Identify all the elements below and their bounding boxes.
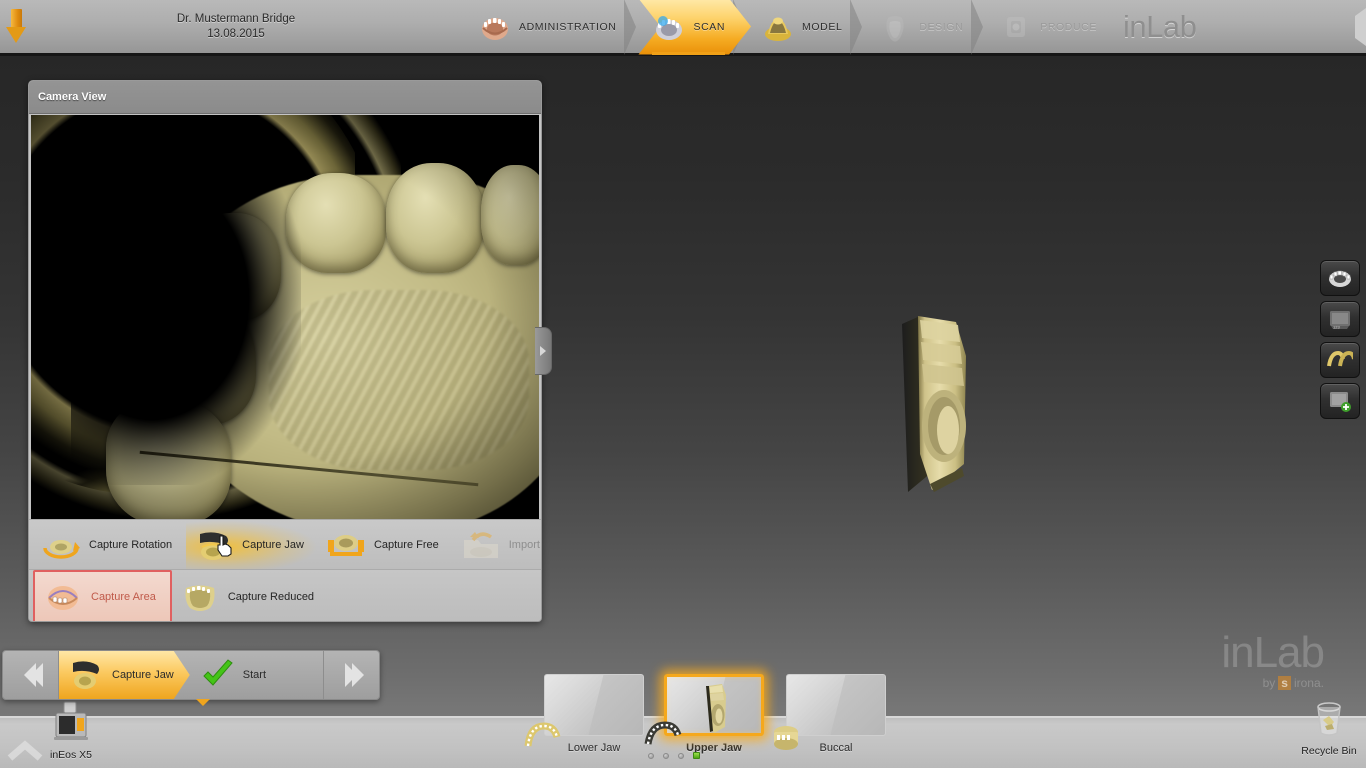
save-button[interactable] (6, 0, 26, 55)
capture-area-label: Capture Area (91, 591, 156, 603)
capture-reduced-icon (185, 585, 215, 611)
capture-tools-row-primary: Capture Rotation Capture Jaw Capture Fre… (29, 519, 541, 569)
capture-free-label: Capture Free (373, 538, 439, 551)
camera-panel-collapse-button[interactable] (535, 327, 552, 375)
jaw-thumb-upper-scan (706, 684, 726, 733)
watermark-title: inLab (1221, 628, 1325, 677)
milling-unit-icon (1007, 16, 1026, 37)
add-image-icon (1330, 392, 1351, 412)
camera-live-image[interactable] (31, 115, 539, 519)
tab-design-label: DESIGN (919, 20, 964, 33)
tab-model[interactable]: MODEL (747, 0, 868, 55)
design-tooth-icon (886, 15, 904, 41)
scanned-model-3d[interactable] (880, 304, 1000, 504)
inlab-logo: inLab (1122, 8, 1197, 44)
header-right-group: inLab (1123, 0, 1366, 55)
jaw-thumb-upper[interactable]: Upper Jaw (644, 674, 764, 754)
green-check-icon (203, 659, 233, 686)
case-date: 13.08.2015 (207, 27, 265, 40)
add-image-button[interactable] (1320, 383, 1360, 419)
svg-text:123: 123 (1333, 324, 1340, 329)
capture-rotation-icon (43, 539, 80, 559)
camera-view-title: Camera View (29, 81, 541, 114)
capture-jaw-button[interactable]: Capture Jaw (186, 520, 318, 569)
workflow-step-tabs: ADMINISTRATION SCAN MODEL DESIGN PRODUCE (464, 0, 1123, 55)
workflow-step-bar: Capture Jaw Start (2, 650, 380, 700)
camera-view-panel: Camera View Capture Rotation Capture Jaw… (28, 80, 542, 622)
lower-jaw-badge-icon (524, 722, 561, 747)
import-button[interactable]: Import (453, 520, 541, 569)
inlab-application-window: inLab by s irona. Dr. Mustermann Bridge … (0, 0, 1366, 768)
buccal-badge-icon (774, 726, 798, 750)
previous-step-button[interactable] (3, 651, 59, 699)
patient-name: Dr. Mustermann Bridge (176, 12, 296, 25)
capture-free-icon (327, 534, 364, 556)
jaw-overview-icon (1329, 270, 1351, 287)
capture-free-button[interactable]: Capture Free (318, 520, 453, 569)
tab-scan-label: SCAN (693, 20, 726, 33)
mouse-cursor-icon (217, 535, 232, 557)
next-step-button[interactable] (323, 651, 379, 699)
tab-design[interactable]: DESIGN (864, 0, 989, 55)
recycle-bin-shortcut[interactable]: Recycle Bin (1286, 700, 1366, 757)
import-folder-icon (463, 531, 498, 558)
capture-reduced-button[interactable]: Capture Reduced (172, 570, 328, 621)
screen-view-button[interactable]: 123 (1320, 301, 1360, 337)
inlab-watermark: inLab by s irona. (1221, 628, 1325, 690)
jaw-thumb-buccal[interactable]: Buccal (774, 674, 886, 754)
step-start[interactable]: Start (190, 651, 282, 699)
capture-area-button[interactable]: Capture Area (33, 570, 172, 621)
jaw-overview-button[interactable] (1320, 260, 1360, 296)
screen-view-icon: 123 (1330, 310, 1350, 329)
pager-dot[interactable] (678, 752, 684, 759)
capture-reduced-label: Capture Reduced (227, 591, 315, 603)
watermark-by: by (1262, 676, 1276, 690)
step-capture-jaw[interactable]: Capture Jaw (59, 651, 190, 699)
dual-jaw-button[interactable] (1320, 342, 1360, 378)
capture-jaw-icon (67, 658, 107, 692)
jaw-model-icon (482, 17, 508, 40)
gold-model-icon (765, 17, 792, 41)
jaw-thumb-lower[interactable]: Lower Jaw (524, 674, 644, 754)
recycle-bin-icon (1317, 702, 1341, 736)
watermark-subtitle: by s irona. (1221, 676, 1324, 690)
tab-produce-label: PRODUCE (1040, 20, 1097, 33)
jaw-selection-strip: Lower Jaw Upper Jaw Buccal (524, 666, 910, 766)
sirona-s-badge: s (1278, 676, 1291, 690)
tab-model-label: MODEL (802, 20, 843, 33)
pager-dot[interactable] (663, 752, 669, 759)
viewport-tool-rail: 123 (1320, 260, 1360, 419)
scanner-device-icon (54, 701, 88, 740)
jaw-pager-dots[interactable] (648, 752, 700, 759)
capture-rotation-button[interactable]: Capture Rotation (33, 520, 186, 569)
step-start-label: Start (242, 669, 266, 681)
capture-jaw-label: Capture Jaw (242, 538, 304, 551)
capture-area-icon (48, 586, 78, 610)
tab-scan[interactable]: SCAN (638, 0, 751, 55)
capture-tools-row-secondary: Capture Area Capture Reduced (29, 569, 541, 621)
application-header: Dr. Mustermann Bridge 13.08.2015 ADMINIS (0, 0, 1366, 56)
active-step-notch (196, 699, 210, 706)
import-label: Import (508, 538, 540, 551)
case-title-block: Dr. Mustermann Bridge 13.08.2015 (26, 12, 446, 42)
pager-dot[interactable] (648, 752, 654, 759)
step-capture-jaw-label: Capture Jaw (112, 669, 174, 681)
watermark-sirona: irona. (1293, 676, 1324, 690)
chevron-right-icon (540, 346, 546, 356)
orange-down-arrow-icon (6, 8, 26, 45)
capture-rotation-label: Capture Rotation (89, 538, 173, 551)
scan-jaw-icon (656, 15, 683, 40)
chevron-up-icon[interactable] (6, 740, 44, 762)
double-chevron-right-icon (344, 663, 364, 687)
pager-dot-active[interactable] (693, 752, 700, 759)
tab-administration-label: ADMINISTRATION (519, 20, 617, 33)
double-chevron-left-icon (23, 663, 43, 687)
tab-produce[interactable]: PRODUCE (985, 0, 1123, 55)
dual-jaw-icon (1327, 350, 1353, 367)
lightning-bolt-icon[interactable] (1346, 5, 1366, 49)
recycle-bin-label: Recycle Bin (1301, 745, 1357, 757)
tab-administration[interactable]: ADMINISTRATION (464, 0, 642, 55)
upper-jaw-badge-icon (644, 721, 682, 745)
